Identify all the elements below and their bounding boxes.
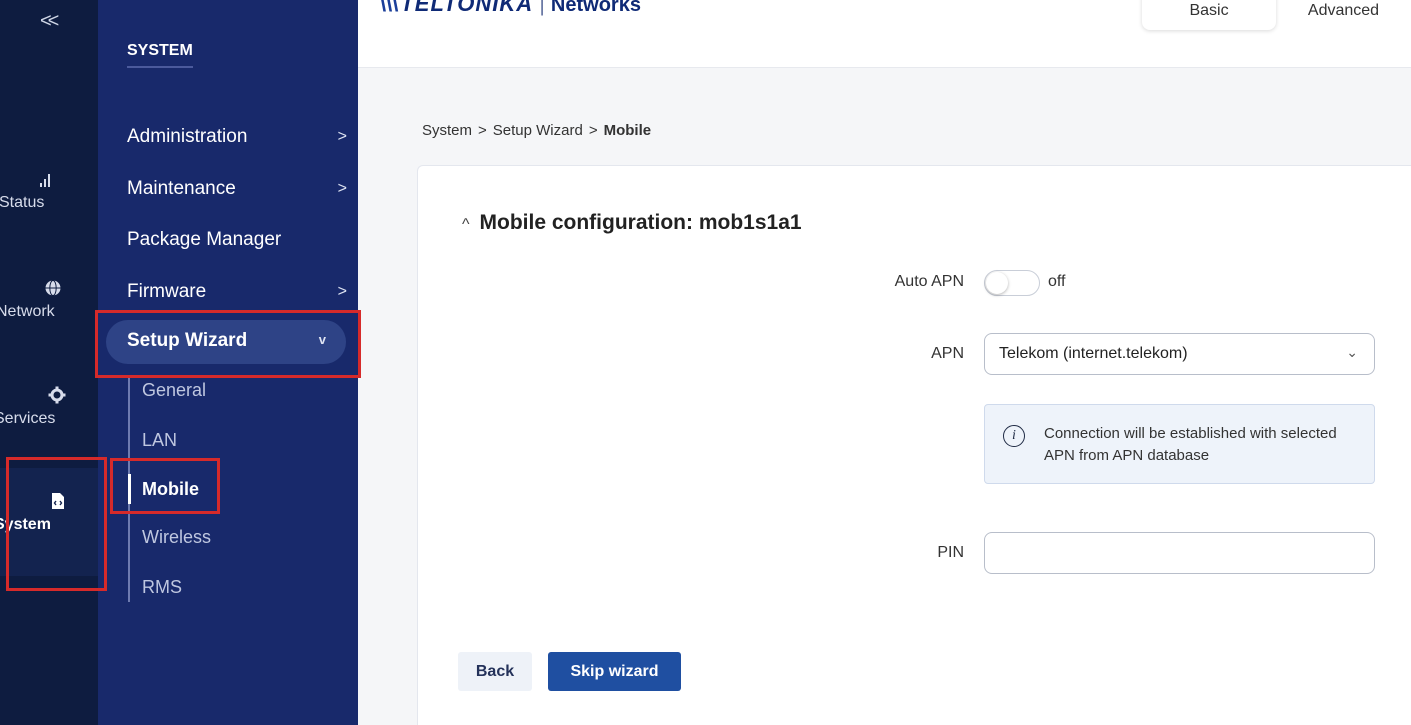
breadcrumb: System > Setup Wizard > Mobile xyxy=(422,122,651,139)
breadcrumb-mobile: Mobile xyxy=(603,122,652,139)
pin-label: PIN xyxy=(937,544,964,561)
menu-item-setup-wizard[interactable]: Setup Wizard v xyxy=(106,320,346,364)
chevron-right-icon: > xyxy=(337,128,347,145)
breadcrumb-separator-icon: > xyxy=(478,122,487,139)
apn-select[interactable]: Telekom (internet.telekom) ⌄ xyxy=(984,333,1375,375)
rail-label-system: System xyxy=(0,516,51,533)
top-header: \\\TELTONIKA | Networks Basic Advanced xyxy=(358,0,1411,68)
skip-wizard-button[interactable]: Skip wizard xyxy=(548,652,681,691)
mobile-config-card: ^ Mobile configuration: mob1s1a1 Auto APN… xyxy=(417,165,1411,725)
menu-item-label: Administration xyxy=(127,126,248,147)
globe-icon xyxy=(45,280,61,296)
rail-label-status: Status xyxy=(0,194,45,211)
submenu-item-mobile[interactable]: Mobile xyxy=(142,479,199,500)
submenu-item-wireless[interactable]: Wireless xyxy=(142,527,211,548)
breadcrumb-system[interactable]: System xyxy=(422,122,472,139)
collapse-caret-icon: ^ xyxy=(462,216,470,233)
auto-apn-toggle[interactable] xyxy=(984,270,1040,296)
auto-apn-label: Auto APN xyxy=(894,273,964,290)
rail-label-network: Network xyxy=(0,303,55,320)
mode-switch: Basic Advanced xyxy=(1142,0,1411,30)
logo-brand: TELTONIKA xyxy=(400,0,534,16)
rail-item-status[interactable]: Status xyxy=(0,172,98,212)
submenu-active-indicator xyxy=(128,474,131,504)
rail-label-services: Services xyxy=(0,410,56,427)
system-icon xyxy=(52,493,64,509)
chevron-right-icon: > xyxy=(337,180,347,197)
chevron-down-icon: ⌄ xyxy=(1346,344,1358,360)
apn-label: APN xyxy=(931,345,964,362)
section-title: Mobile configuration: mob1s1a1 xyxy=(479,211,802,234)
info-icon: i xyxy=(1003,425,1025,447)
apn-selected-value: Telekom (internet.telekom) xyxy=(999,345,1188,362)
mode-advanced-button[interactable]: Advanced xyxy=(1276,0,1411,30)
breadcrumb-setup-wizard[interactable]: Setup Wizard xyxy=(493,122,583,139)
submenu-item-general[interactable]: General xyxy=(142,380,206,401)
menu-item-label: Firmware xyxy=(127,281,207,302)
gear-icon xyxy=(48,386,66,404)
section-header[interactable]: ^ Mobile configuration: mob1s1a1 xyxy=(462,211,802,235)
icon-rail: << Status Network Services ystem xyxy=(0,0,98,725)
menu-item-label: Maintenance xyxy=(127,178,236,199)
teltonika-logo[interactable]: \\\TELTONIKA | Networks xyxy=(380,0,641,17)
logo-waves-icon: \\\ xyxy=(380,0,399,16)
breadcrumb-separator-icon: > xyxy=(588,122,598,139)
rail-item-system[interactable]: System xyxy=(0,468,98,576)
menu-item-label: Package Manager xyxy=(127,229,282,250)
pin-input[interactable] xyxy=(984,532,1375,574)
auto-apn-state: off xyxy=(1048,273,1066,290)
mode-basic-button[interactable]: Basic xyxy=(1142,0,1276,30)
submenu-item-rms[interactable]: RMS xyxy=(142,577,182,598)
menu-item-package-manager[interactable]: Package Manager xyxy=(127,229,347,251)
logo-separator: | xyxy=(539,0,545,16)
menu-title: SYSTEM xyxy=(127,42,193,68)
logo-product: Networks xyxy=(550,0,641,16)
rail-item-network[interactable]: Network xyxy=(0,279,98,321)
collapse-sidebar-icon[interactable]: << xyxy=(40,10,59,33)
chevron-down-icon: v xyxy=(318,332,326,347)
back-button[interactable]: Back xyxy=(458,652,532,691)
chevron-right-icon: > xyxy=(337,283,347,300)
system-menu: SYSTEM Administration > Maintenance > Pa… xyxy=(98,0,358,725)
submenu-item-lan[interactable]: LAN xyxy=(142,430,177,451)
toggle-knob xyxy=(986,272,1008,294)
apn-info-box: i Connection will be established with se… xyxy=(984,404,1375,484)
menu-item-firmware[interactable]: Firmware > xyxy=(127,281,347,303)
menu-item-label: Setup Wizard xyxy=(127,330,248,351)
apn-info-text: Connection will be established with sele… xyxy=(1044,425,1337,464)
menu-item-administration[interactable]: Administration > xyxy=(127,126,347,148)
rail-item-services[interactable]: Services xyxy=(0,386,98,428)
menu-item-maintenance[interactable]: Maintenance > xyxy=(127,178,347,200)
signal-icon xyxy=(40,174,50,187)
